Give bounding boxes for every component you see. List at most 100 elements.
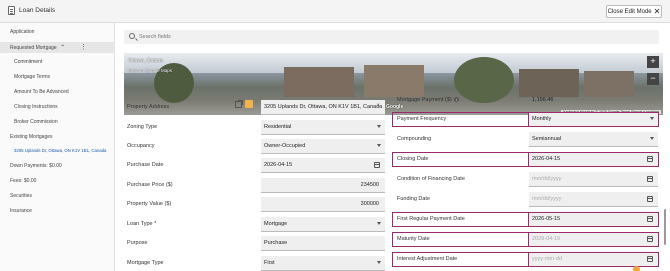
close-edit-mode-button[interactable]: Close Edit Mode ✕ — [606, 5, 662, 18]
search-bar — [124, 30, 659, 44]
zoom-in-button[interactable]: + — [647, 56, 659, 68]
calendar-icon[interactable] — [374, 162, 380, 168]
first-payment-label: First Regular Payment Date — [397, 216, 465, 222]
purchase-price-input[interactable]: 234500 — [261, 178, 385, 193]
more-options-icon[interactable]: ⋮ — [80, 44, 87, 51]
condition-of-financing-input[interactable]: mm/dd/yyyy — [529, 172, 658, 187]
close-edit-mode-label: Close Edit Mode — [607, 8, 652, 15]
closing-date-label: Closing Date — [397, 156, 429, 162]
sidebar-item-broker-commission[interactable]: Broker Commission — [14, 119, 58, 125]
condition-of-financing-placeholder: mm/dd/yyyy — [532, 176, 562, 182]
property-value-label: Property Value ($) — [127, 201, 172, 207]
purchase-date-value: 2026-04-15 — [264, 162, 293, 168]
compounding-label: Compounding — [397, 136, 432, 142]
highlight-box — [528, 212, 659, 227]
loan-type-select[interactable]: Mortgage — [261, 217, 385, 232]
sidebar-item-existing-mortgages[interactable]: Existing Mortgages — [10, 134, 53, 140]
view-on-google-maps-link[interactable]: View on Google Maps — [128, 68, 172, 73]
interest-adjustment-label: Interest Adjustment Date — [397, 256, 458, 262]
sidebar-item-label: Requested Mortgage — [10, 45, 57, 51]
maturity-date-label: Maturity Date — [397, 236, 430, 242]
sidebar-item-down-payments[interactable]: Down Payments: $0.00 — [10, 163, 62, 169]
notification-badge[interactable] — [633, 266, 640, 271]
mortgage-payment-value: 1,156.46 — [532, 97, 554, 103]
payment-frequency-label: Payment Frequency — [397, 116, 447, 122]
mortgage-payment-row: Mortgage Payment ($) i 1,156.46 — [392, 93, 660, 108]
main-content: Ottawa, Ontario View on Google Maps Goog… — [116, 23, 670, 271]
search-input[interactable] — [139, 32, 539, 42]
funding-date-placeholder: mm/dd/yyyy — [532, 196, 562, 202]
open-external-icon[interactable] — [235, 100, 243, 108]
closing-date-row: Closing Date 2026-04-15 — [392, 152, 660, 167]
dropdown-arrow-icon — [650, 137, 654, 140]
sidebar-item-insurance[interactable]: Insurance — [10, 208, 32, 214]
occupancy-value: Owner-Occupied — [264, 143, 306, 149]
highlight-box — [528, 252, 659, 267]
zoom-out-button[interactable]: − — [647, 73, 659, 85]
page-title: Loan Details — [19, 7, 56, 14]
scrollbar[interactable] — [664, 209, 666, 245]
occupancy-label: Occupancy — [127, 143, 155, 149]
funding-date-row: Funding Date mm/dd/yyyy — [392, 192, 660, 207]
purpose-input[interactable]: Purchase — [261, 236, 385, 251]
sidebar-item-commitment[interactable]: Commitment — [14, 59, 42, 65]
compounding-value: Semiannual — [532, 136, 562, 142]
right-field-column: Mortgage Payment ($) i 1,156.46 Payment F… — [392, 93, 660, 271]
chevron-up-icon[interactable]: ⌃ — [60, 44, 65, 51]
property-value-input[interactable]: 300000 — [261, 197, 385, 212]
property-address-label: Property Address — [127, 104, 170, 110]
close-icon: ✕ — [653, 6, 661, 16]
dropdown-arrow-icon — [377, 125, 381, 128]
clear-icon[interactable]: × — [376, 103, 380, 109]
mortgage-payment-label: Mortgage Payment ($) i — [397, 97, 459, 103]
document-icon — [8, 6, 15, 15]
warning-icon[interactable] — [245, 100, 253, 108]
condition-of-financing-label: Condition of Financing Date — [397, 176, 465, 182]
zoning-type-value: Residential — [264, 124, 292, 130]
compounding-select[interactable]: Semiannual — [529, 132, 658, 147]
first-payment-row: First Regular Payment Date 2026-05-15 — [392, 212, 660, 227]
sidebar-item-mortgage-terms[interactable]: Mortgage Terms — [14, 74, 50, 80]
purchase-date-input[interactable]: 2026-04-15 — [261, 158, 385, 173]
funding-date-input[interactable]: mm/dd/yyyy — [529, 192, 658, 207]
info-icon[interactable]: i — [453, 97, 459, 103]
mortgage-type-value: First — [264, 260, 275, 266]
search-icon — [129, 33, 135, 39]
compounding-row: Compounding Semiannual — [392, 132, 660, 147]
dropdown-arrow-icon — [377, 222, 381, 225]
funding-date-label: Funding Date — [397, 196, 431, 202]
mortgage-type-select[interactable]: First — [261, 256, 385, 271]
map-location-label: Ottawa, Ontario — [128, 58, 164, 64]
highlight-box — [528, 112, 659, 127]
sidebar-item-property-address[interactable]: 3205 Uplands Dr, Ottawa, ON K1V 1B1, Can… — [14, 148, 106, 153]
mortgage-type-label: Mortgage Type — [127, 260, 164, 266]
sidebar-item-fees[interactable]: Fees: $0.00 — [10, 178, 36, 184]
top-bar: Loan Details Close Edit Mode ✕ — [0, 0, 670, 23]
payment-frequency-row: Payment Frequency Monthly — [392, 112, 660, 127]
purchase-date-label: Purchase Date — [127, 162, 164, 168]
sidebar-item-requested-mortgage[interactable]: Requested Mortgage ⌃ — [10, 44, 65, 51]
sidebar: Application Requested Mortgage ⌃ ⋮ Commi… — [0, 23, 115, 271]
zoning-type-label: Zoning Type — [127, 124, 158, 130]
purpose-label: Purpose — [127, 240, 148, 246]
interest-adjustment-row: Interest Adjustment Date yyyy-mm-dd — [392, 252, 660, 267]
property-address-field[interactable]: 3205 Uplands Dr, Ottawa, ON K1V 1B1, Can… — [261, 100, 385, 115]
sidebar-item-securities[interactable]: Securities — [10, 193, 32, 199]
calendar-icon[interactable] — [647, 176, 653, 182]
dropdown-arrow-icon — [377, 261, 381, 264]
property-address-value: 3205 Uplands Dr, Ottawa, ON K1V 1B1, Can… — [264, 104, 383, 110]
highlight-box — [528, 232, 659, 247]
condition-of-financing-row: Condition of Financing Date mm/dd/yyyy — [392, 172, 660, 187]
sidebar-item-closing-instructions[interactable]: Closing Instructions — [14, 104, 58, 110]
map-building — [284, 67, 354, 97]
sidebar-item-application[interactable]: Application — [10, 29, 34, 35]
occupancy-select[interactable]: Owner-Occupied — [261, 139, 385, 154]
zoning-type-select[interactable]: Residential — [261, 120, 385, 135]
sidebar-item-amount-to-be-advanced[interactable]: Amount To Be Advanced — [14, 89, 69, 95]
calendar-icon[interactable] — [647, 196, 653, 202]
purchase-price-label: Purchase Price ($) — [127, 182, 173, 188]
maturity-date-row: Maturity Date 2029-04-15 — [392, 232, 660, 247]
dropdown-arrow-icon — [377, 144, 381, 147]
highlight-box — [528, 152, 659, 167]
loan-type-label: Loan Type * — [127, 221, 157, 227]
